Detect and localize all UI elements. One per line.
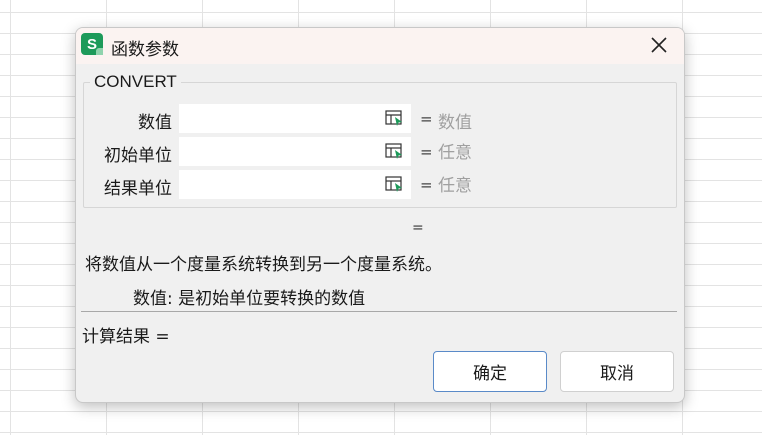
function-description: 将数值从一个度量系统转换到另一个度量系统。 [85, 255, 442, 275]
range-select-icon [385, 176, 402, 192]
range-select-button-number[interactable] [383, 107, 407, 131]
cancel-button[interactable]: 取消 [560, 351, 674, 392]
range-select-button-from-unit[interactable] [383, 140, 407, 164]
range-select-button-to-unit[interactable] [383, 173, 407, 197]
equals-sign: = [420, 176, 433, 194]
parameter-description: 数值: 是初始单位要转换的数值 [133, 289, 366, 309]
dialog-title: 函数参数 [111, 40, 179, 60]
equals-sign: = [420, 110, 433, 128]
close-button[interactable] [648, 34, 670, 56]
arg-label-from-unit: 初始单位 [104, 146, 172, 166]
arg-value-from-unit: 任意 [438, 143, 472, 163]
to-unit-input[interactable] [179, 170, 411, 199]
close-icon [651, 37, 667, 53]
number-input[interactable] [179, 104, 411, 133]
arg-label-number: 数值 [138, 113, 172, 133]
from-unit-input[interactable] [179, 137, 411, 166]
ok-button[interactable]: 确定 [433, 351, 547, 392]
arg-value-to-unit: 任意 [438, 176, 472, 196]
formula-result-equals: = [412, 220, 424, 236]
arg-value-number: 数值 [438, 113, 472, 133]
spreadsheet-app-icon: S [81, 33, 103, 55]
dialog-titlebar: S 函数参数 [76, 28, 684, 64]
function-name: CONVERT [90, 72, 181, 92]
divider [81, 311, 677, 312]
range-select-icon [385, 143, 402, 159]
function-arguments-dialog: S 函数参数 CONVERT 数值 = 数值 初始单位 = 任意 结果单位 = … [75, 27, 685, 403]
calculation-result: 计算结果 = [82, 327, 170, 347]
arg-label-to-unit: 结果单位 [104, 179, 172, 199]
app-icon-fold [96, 48, 103, 55]
range-select-icon [385, 110, 402, 126]
equals-sign: = [420, 143, 433, 161]
